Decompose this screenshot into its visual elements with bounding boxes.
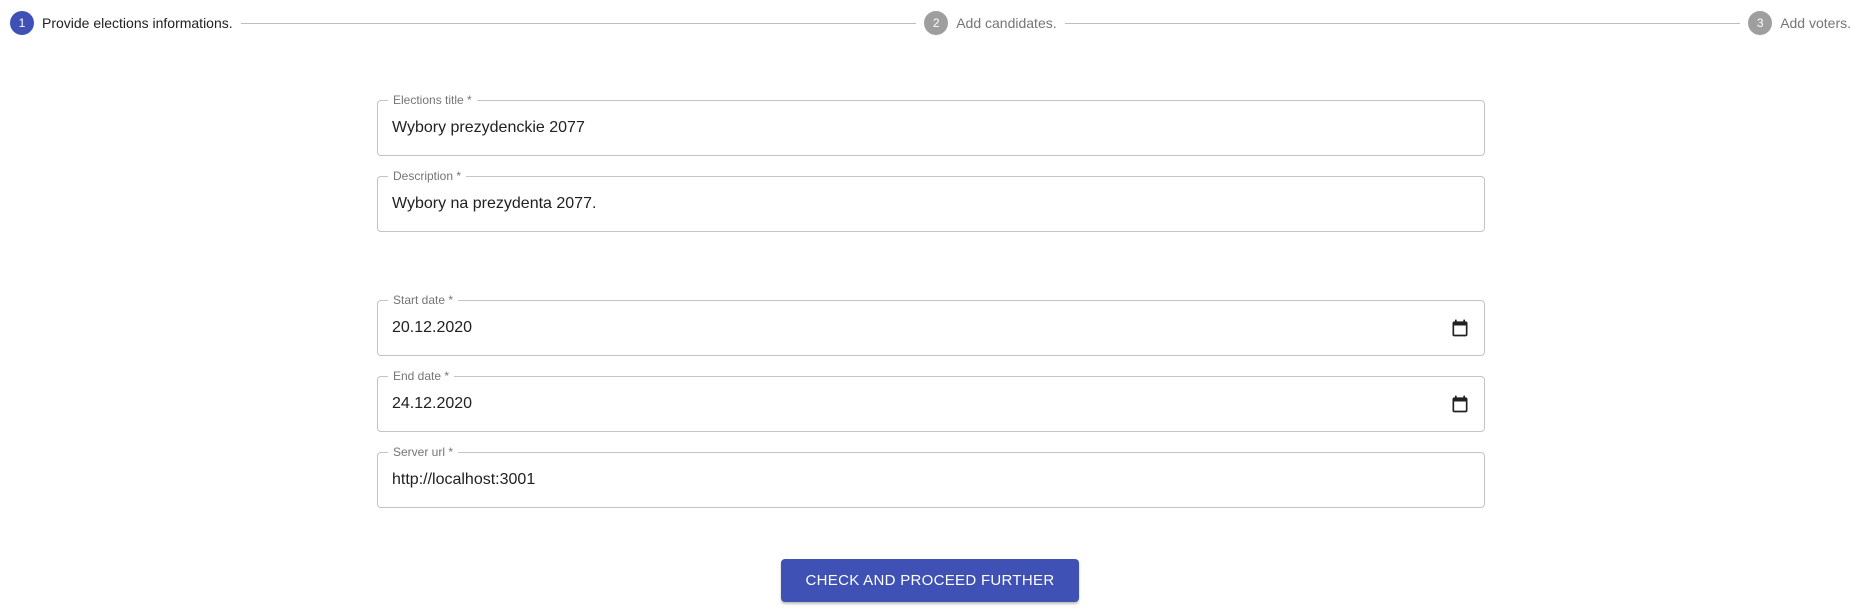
check-and-proceed-button[interactable]: CHECK AND PROCEED FURTHER — [781, 559, 1079, 602]
server-url-field: Server url * — [377, 444, 1485, 508]
step-2[interactable]: 2 Add candidates. — [924, 11, 1057, 35]
step-number-1: 1 — [10, 11, 34, 35]
step-connector — [1064, 22, 1741, 24]
start-date-input[interactable] — [392, 301, 1434, 355]
step-number-3: 3 — [1748, 11, 1773, 35]
step-label-3: Add voters. — [1780, 15, 1851, 31]
step-1[interactable]: 1 Provide elections informations. — [10, 11, 233, 35]
description-field: Description * — [377, 168, 1485, 232]
server-url-input[interactable] — [392, 453, 1434, 507]
step-3[interactable]: 3 Add voters. — [1748, 11, 1851, 35]
end-date-field: End date * — [377, 368, 1485, 432]
calendar-icon[interactable] — [1450, 318, 1470, 338]
calendar-icon[interactable] — [1450, 394, 1470, 414]
step-label-2: Add candidates. — [956, 15, 1057, 31]
election-form-page: 1 Provide elections informations. 2 Add … — [0, 0, 1851, 613]
elections-title-field: Elections title * — [377, 92, 1485, 156]
description-input[interactable] — [392, 177, 1434, 231]
stepper: 1 Provide elections informations. 2 Add … — [10, 10, 1851, 36]
step-connector — [240, 22, 917, 24]
step-number-2: 2 — [924, 11, 949, 35]
end-date-input[interactable] — [392, 377, 1434, 431]
start-date-field: Start date * — [377, 292, 1485, 356]
elections-title-input[interactable] — [392, 101, 1434, 155]
step-label-1: Provide elections informations. — [42, 15, 233, 31]
election-form: Elections title * Description * Start da… — [377, 92, 1485, 528]
